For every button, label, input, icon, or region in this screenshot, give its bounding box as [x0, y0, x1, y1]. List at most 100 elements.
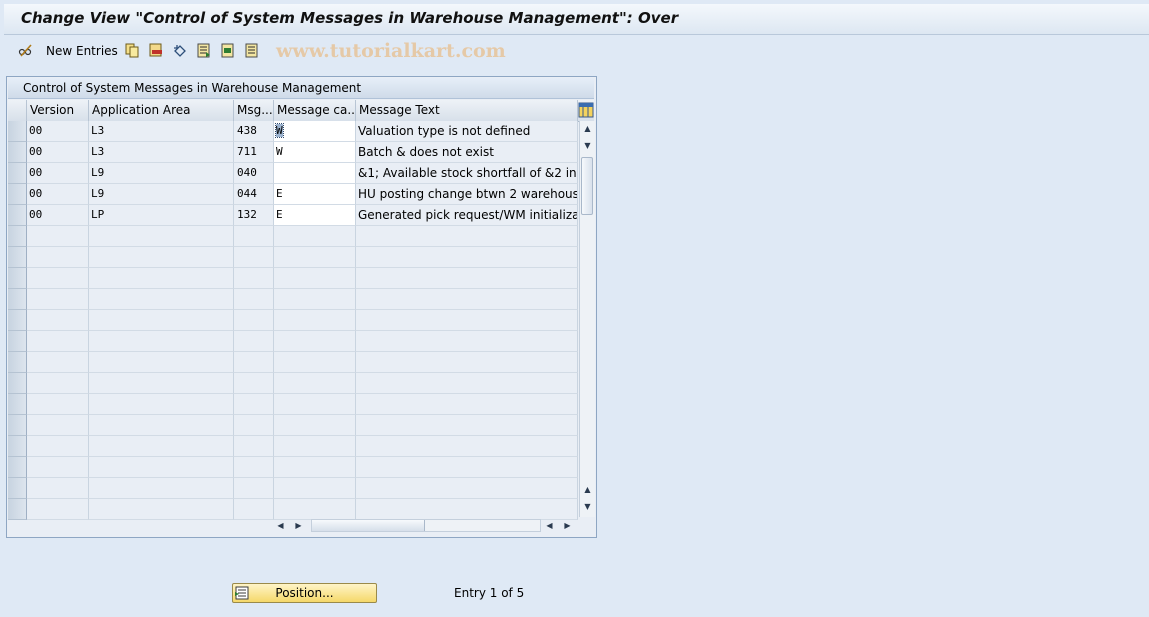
cell-message-text: HU posting change btwn 2 warehouse r — [356, 184, 578, 205]
empty-cell — [234, 478, 274, 499]
row-selector[interactable] — [8, 226, 27, 247]
delete-icon[interactable] — [149, 43, 163, 58]
glasses-pencil-icon[interactable] — [18, 43, 32, 58]
scroll-up-icon[interactable]: ▲ — [582, 124, 593, 134]
title-bar: Change View "Control of System Messages … — [4, 4, 1149, 35]
select-all-rows-cell[interactable] — [8, 100, 27, 121]
row-selector[interactable] — [8, 268, 27, 289]
row-selector[interactable] — [8, 499, 27, 520]
empty-table-row — [8, 478, 578, 499]
table-row: 00 L3 711 W Batch & does not exist — [8, 142, 578, 163]
empty-cell — [234, 373, 274, 394]
column-settings-icon[interactable] — [578, 102, 594, 118]
page-down-icon[interactable]: ▲ — [582, 485, 593, 495]
scroll-right-icon[interactable]: ▶ — [293, 520, 304, 531]
empty-cell — [234, 352, 274, 373]
empty-cell — [274, 415, 356, 436]
empty-cell — [274, 331, 356, 352]
empty-cell — [27, 436, 89, 457]
cell-message-number: 711 — [234, 142, 274, 163]
column-header-message-text[interactable]: Message Text — [356, 100, 578, 121]
row-selector[interactable] — [8, 289, 27, 310]
column-header-message-category[interactable]: Message ca... — [274, 100, 356, 121]
empty-cell — [356, 436, 578, 457]
cell-application-area: L9 — [89, 163, 234, 184]
position-button[interactable]: Position... — [232, 583, 377, 603]
cell-version: 00 — [27, 121, 89, 142]
empty-cell — [89, 394, 234, 415]
row-selector[interactable] — [8, 310, 27, 331]
row-selector[interactable] — [8, 373, 27, 394]
horizontal-scroll-thumb[interactable] — [312, 520, 425, 531]
new-entries-button[interactable]: New Entries — [46, 44, 118, 58]
row-selector[interactable] — [8, 436, 27, 457]
message-category-input[interactable]: W — [274, 142, 356, 163]
message-category-input[interactable]: E — [274, 205, 356, 226]
page-up-icon[interactable]: ▼ — [582, 141, 593, 151]
vertical-scroll-thumb[interactable] — [581, 157, 593, 215]
row-selector[interactable] — [8, 163, 27, 184]
message-category-input[interactable]: W — [274, 121, 356, 142]
row-selector[interactable] — [8, 205, 27, 226]
horizontal-scrollbar[interactable]: ◀ ▶ ◀ ▶ — [273, 518, 578, 533]
select-block-icon[interactable] — [221, 43, 235, 58]
empty-cell — [274, 268, 356, 289]
horizontal-scroll-track[interactable] — [311, 519, 541, 532]
empty-cell — [274, 499, 356, 520]
scroll-left-icon[interactable]: ◀ — [275, 520, 286, 531]
column-header-version[interactable]: Version — [27, 100, 89, 121]
empty-cell — [274, 289, 356, 310]
empty-cell — [274, 373, 356, 394]
empty-cell — [89, 373, 234, 394]
vertical-scrollbar[interactable]: ▲ ▼ ▲ ▼ — [579, 121, 595, 517]
row-selector[interactable] — [8, 184, 27, 205]
table-control: Control of System Messages in Warehouse … — [6, 76, 597, 538]
empty-cell — [234, 457, 274, 478]
cell-application-area: LP — [89, 205, 234, 226]
empty-cell — [27, 331, 89, 352]
row-selector[interactable] — [8, 457, 27, 478]
empty-cell — [89, 478, 234, 499]
cell-version: 00 — [27, 142, 89, 163]
empty-cell — [27, 289, 89, 310]
row-selector[interactable] — [8, 415, 27, 436]
empty-cell — [274, 478, 356, 499]
empty-cell — [234, 247, 274, 268]
message-category-input[interactable]: E — [274, 184, 356, 205]
column-header-application-area[interactable]: Application Area — [89, 100, 234, 121]
table-title: Control of System Messages in Warehouse … — [23, 81, 362, 95]
empty-cell — [89, 352, 234, 373]
empty-cell — [356, 352, 578, 373]
row-selector[interactable] — [8, 121, 27, 142]
row-selector[interactable] — [8, 331, 27, 352]
cell-version: 00 — [27, 163, 89, 184]
watermark: www.tutorialkart.com — [276, 40, 506, 62]
empty-cell — [234, 499, 274, 520]
select-all-icon[interactable] — [197, 43, 211, 58]
copy-icon[interactable] — [125, 43, 139, 58]
empty-cell — [89, 457, 234, 478]
undo-icon[interactable] — [173, 43, 187, 58]
row-selector[interactable] — [8, 247, 27, 268]
scroll-right-end-icon[interactable]: ▶ — [562, 520, 573, 531]
empty-table-row — [8, 415, 578, 436]
empty-cell — [356, 394, 578, 415]
row-selector[interactable] — [8, 352, 27, 373]
table-row: 00 L3 438 W Valuation type is not define… — [8, 121, 578, 142]
row-selector[interactable] — [8, 394, 27, 415]
scroll-left-end-icon[interactable]: ◀ — [544, 520, 555, 531]
empty-cell — [27, 394, 89, 415]
cell-application-area: L3 — [89, 121, 234, 142]
row-selector[interactable] — [8, 142, 27, 163]
empty-cell — [89, 436, 234, 457]
row-selector[interactable] — [8, 478, 27, 499]
empty-cell — [89, 289, 234, 310]
column-header-message-number[interactable]: Msg... — [234, 100, 274, 121]
empty-cell — [274, 457, 356, 478]
empty-table-row — [8, 226, 578, 247]
empty-table-row — [8, 352, 578, 373]
deselect-all-icon[interactable] — [245, 43, 259, 58]
empty-cell — [27, 457, 89, 478]
scroll-down-icon[interactable]: ▼ — [582, 502, 593, 512]
message-category-input[interactable] — [274, 163, 356, 184]
